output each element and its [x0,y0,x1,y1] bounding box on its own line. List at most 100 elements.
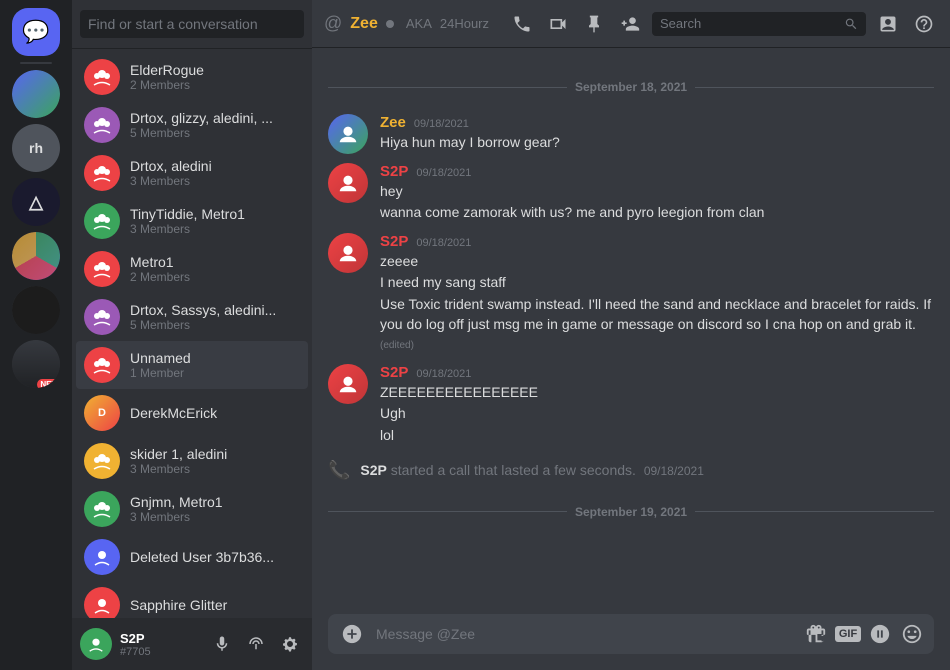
message-content: Zee 09/18/2021 Hiya hun may I borrow gea… [380,114,934,155]
dm-item-elderrogue[interactable]: ElderRogue 2 Members [76,53,308,101]
dm-avatar [84,203,120,239]
server-icon-discord[interactable]: 💬 [12,8,60,56]
pin-button[interactable] [580,10,608,38]
server-icon-4[interactable] [12,232,60,280]
dm-item-deleted[interactable]: Deleted User 3b7b36... [76,533,308,581]
server-icon-3[interactable]: △ [12,178,60,226]
search-icon [844,16,858,32]
dm-info: Deleted User 3b7b36... [130,549,300,565]
message-author: S2P [380,364,408,381]
message-input-area: GIF [312,614,950,670]
help-button[interactable] [910,10,938,38]
video-button[interactable] [544,10,572,38]
dm-name: Metro1 [130,254,300,270]
dm-list: ElderRogue 2 Members Drtox, glizzy, aled… [72,49,312,618]
date-text: September 18, 2021 [575,80,687,94]
dm-name: TinyTiddie, Metro1 [130,206,300,222]
dm-members: 3 Members [130,174,300,188]
dm-name: Drtox, glizzy, aledini, ... [130,110,300,126]
dm-item-tinytiddie[interactable]: TinyTiddie, Metro1 3 Members [76,197,308,245]
server-icon-2[interactable]: rh [12,124,60,172]
user-info: S2P #7705 [120,631,200,658]
dm-info: Drtox, aledini 3 Members [130,158,300,188]
new-badge: NEW [37,379,60,388]
message-content: S2P 09/18/2021 zeeee I need my sang staf… [380,233,934,356]
dm-item-sapphire[interactable]: Sapphire Glitter [76,581,308,618]
server-icon-6[interactable]: NEW [12,340,60,388]
message-group-s2p-3: S2P 09/18/2021 ZEEEEEEEEEEEEEEEE Ugh lol [312,360,950,452]
user-avatar [80,628,112,660]
dm-info: Drtox, glizzy, aledini, ... 5 Members [130,110,300,140]
at-symbol: @ [324,13,342,34]
call-event: 📞 S2P started a call that lasted a few s… [312,452,950,489]
message-timestamp: 09/18/2021 [416,167,471,179]
message-text-1: zeeee [380,252,934,272]
dm-item-gnjmn[interactable]: Gnjmn, Metro1 3 Members [76,485,308,533]
search-input[interactable] [660,16,838,31]
call-timestamp: 09/18/2021 [644,464,704,478]
message-group-s2p-1: S2P 09/18/2021 hey wanna come zamorak wi… [312,159,950,229]
dm-item-unnamed[interactable]: Unnamed 1 Member [76,341,308,389]
server-sidebar: 💬 rh △ NEW [0,0,72,670]
dm-item-drtox-aledini[interactable]: Drtox, aledini 3 Members [76,149,308,197]
server-icon-5[interactable] [12,286,60,334]
date-separator-2: September 19, 2021 [328,505,934,519]
dm-info: Drtox, Sassys, aledini... 5 Members [130,302,300,332]
dm-item-metro1[interactable]: Metro1 2 Members [76,245,308,293]
message-avatar [328,364,368,404]
server-icon-1[interactable] [12,70,60,118]
dm-info: TinyTiddie, Metro1 3 Members [130,206,300,236]
dm-members: 5 Members [130,318,300,332]
dm-name: Gnjmn, Metro1 [130,494,300,510]
emoji-button[interactable] [898,620,926,648]
user-tag: #7705 [120,646,200,658]
sticker-button[interactable] [866,620,894,648]
dm-name: ElderRogue [130,62,300,78]
message-author: S2P [380,163,408,180]
message-timestamp: 09/18/2021 [416,368,471,380]
message-group-s2p-2: S2P 09/18/2021 zeeee I need my sang staf… [312,229,950,360]
date-line [695,511,934,512]
dm-sidebar: ElderRogue 2 Members Drtox, glizzy, aled… [72,0,312,670]
dm-item-skider[interactable]: skider 1, aledini 3 Members [76,437,308,485]
message-avatar [328,233,368,273]
settings-button[interactable] [276,630,304,658]
dm-search-input[interactable] [80,10,304,38]
dm-avatar [84,299,120,335]
user-controls [208,630,304,658]
dm-item-drtox-sassys[interactable]: Drtox, Sassys, aledini... 5 Members [76,293,308,341]
message-avatar [328,163,368,203]
message-header: S2P 09/18/2021 [380,233,934,250]
gif-button[interactable]: GIF [834,620,862,648]
dm-item-drtox-glizzy[interactable]: Drtox, glizzy, aledini, ... 5 Members [76,101,308,149]
message-text-2: I need my sang staff [380,273,934,293]
dm-members: 2 Members [130,78,300,92]
dm-info: ElderRogue 2 Members [130,62,300,92]
phone-button[interactable] [508,10,536,38]
dm-info: Gnjmn, Metro1 3 Members [130,494,300,524]
deafen-button[interactable] [242,630,270,658]
message-timestamp: 09/18/2021 [416,237,471,249]
message-input[interactable] [376,614,794,654]
dm-info: Sapphire Glitter [130,597,300,613]
gift-button[interactable] [802,620,830,648]
search-box [652,12,866,36]
mute-button[interactable] [208,630,236,658]
chat-area: @ Zee AKA 24Hourz [312,0,950,670]
header-icons [508,10,938,38]
add-friend-button[interactable] [616,10,644,38]
date-separator-1: September 18, 2021 [328,80,934,94]
message-author: Zee [380,114,406,131]
dm-name: Sapphire Glitter [130,597,300,613]
dm-name: Drtox, aledini [130,158,300,174]
message-text-2: Ugh [380,404,934,424]
messages-area[interactable]: September 18, 2021 Zee 09/18/2021 Hiya h… [312,48,950,614]
dm-avatar [84,443,120,479]
add-attachment-button[interactable] [336,618,368,650]
dm-item-derekmcerick[interactable]: D DerekMcErick [76,389,308,437]
message-input-box: GIF [328,614,934,654]
inbox-button[interactable] [874,10,902,38]
dm-members: 3 Members [130,510,300,524]
dm-name: Drtox, Sassys, aledini... [130,302,300,318]
dm-avatar [84,59,120,95]
